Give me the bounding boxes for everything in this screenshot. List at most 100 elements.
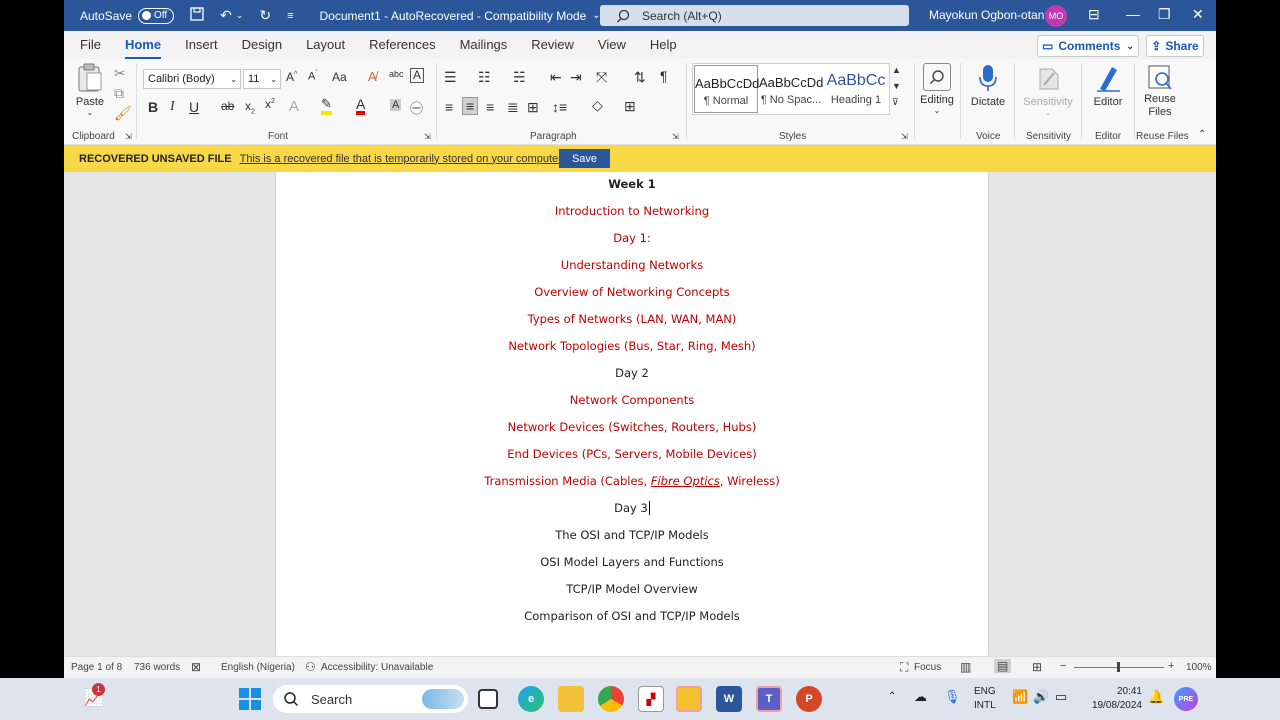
dialog-launcher-icon[interactable]: ⇲ [125,132,132,141]
paste-button[interactable]: Paste ⌄ [74,63,106,117]
tab-help[interactable]: Help [638,31,689,59]
copy-icon[interactable]: ⧉ [114,85,124,102]
notifications-icon[interactable]: 🔔 [1148,690,1164,704]
read-mode-icon[interactable]: ▥ [960,660,971,674]
tab-references[interactable]: References [357,31,447,59]
dialog-launcher-icon[interactable]: ⇲ [424,132,431,141]
volume-icon[interactable]: 🔊 [1033,690,1049,704]
share-button[interactable]: ⇪ Share [1146,35,1204,57]
document-area[interactable]: Week 1 Introduction to Networking Day 1:… [64,172,1216,656]
style-normal[interactable]: AaBbCcDd ¶ Normal [694,65,759,113]
doc-line[interactable]: Comparison of OSI and TCP/IP Models [276,609,988,623]
phonetic-guide-icon[interactable]: abc [389,69,404,79]
multilevel-list-icon[interactable]: ☵ [513,69,526,86]
doc-line[interactable]: Network Components [276,393,988,407]
minimize-icon[interactable]: — [1126,6,1140,22]
dialog-launcher-icon[interactable]: ⇲ [901,132,908,141]
page-count[interactable]: Page 1 of 8 [71,662,122,673]
word-count[interactable]: 736 words [134,662,180,673]
style-heading-1[interactable]: AaBbCc Heading 1 [824,65,888,113]
clear-formatting-icon[interactable]: A̸ [368,69,377,84]
zoom-out-icon[interactable]: − [1060,660,1066,672]
font-color-icon[interactable]: A [356,97,366,115]
dictate-button[interactable]: Dictate [966,63,1010,108]
language-indicator[interactable]: English (Nigeria) [221,662,295,673]
clock[interactable]: 20:41 19/08/2024 [1084,685,1142,713]
copilot-icon[interactable]: PRE [1174,687,1198,711]
character-shading-icon[interactable]: A [390,99,402,111]
decrease-indent-icon[interactable]: ⇤ [550,69,562,86]
underline-icon[interactable]: U [189,99,199,115]
sticky-notes-icon[interactable] [676,686,702,712]
close-icon[interactable]: ✕ [1192,6,1204,23]
style-no-spacing[interactable]: AaBbCcDd ¶ No Spac... [759,65,823,113]
doc-line[interactable]: Week 1 [276,177,988,191]
doc-line[interactable]: Overview of Networking Concepts [276,285,988,299]
user-name[interactable]: Mayokun Ogbon-otan [929,8,1044,22]
line-spacing-icon[interactable]: ↕≡ [552,99,567,115]
text-effects-icon[interactable]: A [289,98,299,115]
ribbon-display-icon[interactable]: ⊟ [1088,6,1100,23]
wifi-icon[interactable]: 📶 [1012,690,1028,704]
autosave[interactable]: AutoSave Off [80,7,175,24]
teams-icon[interactable]: T [756,686,782,712]
collapse-ribbon-icon[interactable]: ⌃ [1198,129,1206,140]
autosave-toggle[interactable]: Off [138,7,175,24]
tab-view[interactable]: View [586,31,638,59]
doc-line[interactable]: Types of Networks (LAN, WAN, MAN) [276,312,988,326]
edge-icon[interactable]: e [518,686,544,712]
focus-button[interactable]: Focus [914,662,941,673]
powerpoint-icon[interactable]: P [796,686,822,712]
save-button[interactable]: Save [559,149,610,168]
onedrive-icon[interactable]: ☁ [914,690,927,704]
tab-home[interactable]: Home [113,31,173,59]
document-page[interactable]: Week 1 Introduction to Networking Day 1:… [276,172,988,656]
zoom-level[interactable]: 100% [1186,662,1212,673]
doc-line[interactable]: Day 3 [276,501,988,515]
text-direction-icon[interactable]: ⤧ [596,69,607,86]
font-size-select[interactable]: 11 ⌄ [243,69,281,89]
tab-review[interactable]: Review [519,31,586,59]
accessibility-status[interactable]: Accessibility: Unavailable [321,662,433,673]
align-center-icon[interactable]: ≡ [462,97,479,115]
undo-dropdown-icon[interactable]: ⌄ [236,10,244,21]
doc-line[interactable]: The OSI and TCP/IP Models [276,528,988,542]
doc-line[interactable]: OSI Model Layers and Functions [276,555,988,569]
tab-design[interactable]: Design [230,31,294,59]
grow-font-icon[interactable]: A^ [286,70,297,84]
shading-icon[interactable]: ◇ [592,97,603,114]
comments-button[interactable]: ▭ Comments ⌄ [1037,35,1139,57]
start-icon[interactable] [239,688,261,713]
zoom-in-icon[interactable]: + [1168,660,1174,672]
format-painter-icon[interactable]: 🖌 [114,105,132,122]
doc-line[interactable]: Day 2 [276,366,988,380]
highlight-icon[interactable]: ✎ [321,97,332,115]
tab-insert[interactable]: Insert [173,31,230,59]
reuse-files-button[interactable]: Reuse Files [1138,63,1182,119]
chrome-icon[interactable] [598,686,624,712]
doc-line[interactable]: End Devices (PCs, Servers, Mobile Device… [276,447,988,461]
recovery-message-link[interactable]: This is a recovered file that is tempora… [240,153,565,165]
save-icon[interactable] [190,7,204,24]
battery-icon[interactable]: ▭ [1055,690,1067,704]
doc-line[interactable]: TCP/IP Model Overview [276,582,988,596]
styles-scroll-down-icon[interactable]: ▼ [892,81,901,91]
taskbar-search-input[interactable]: Search [273,685,468,713]
distributed-icon[interactable]: ⊞ [527,99,539,116]
language-indicator[interactable]: ENG INTL [974,685,996,713]
cut-icon[interactable]: ✂ [114,65,126,82]
redo-icon[interactable]: ↻ [259,7,271,24]
tab-file[interactable]: File [64,31,113,59]
subscript-icon[interactable]: x2 [245,99,255,115]
sensitivity-button[interactable]: Sensitivity ⌄ [1019,63,1077,117]
styles-scroll-up-icon[interactable]: ▲ [892,65,901,75]
file-explorer-icon[interactable] [558,686,584,712]
chevron-up-icon[interactable]: ⌃ [888,690,896,704]
document-title[interactable]: Document1 - AutoRecovered - Compatibilit… [319,9,600,23]
doc-line[interactable]: Network Devices (Switches, Routers, Hubs… [276,420,988,434]
zoom-slider-thumb[interactable] [1117,662,1120,672]
word-icon[interactable]: W [716,686,742,712]
sort-icon[interactable]: ⇅ [634,69,646,86]
doc-line[interactable]: Day 1: [276,231,988,245]
app-icon[interactable]: ▞ [638,686,664,712]
